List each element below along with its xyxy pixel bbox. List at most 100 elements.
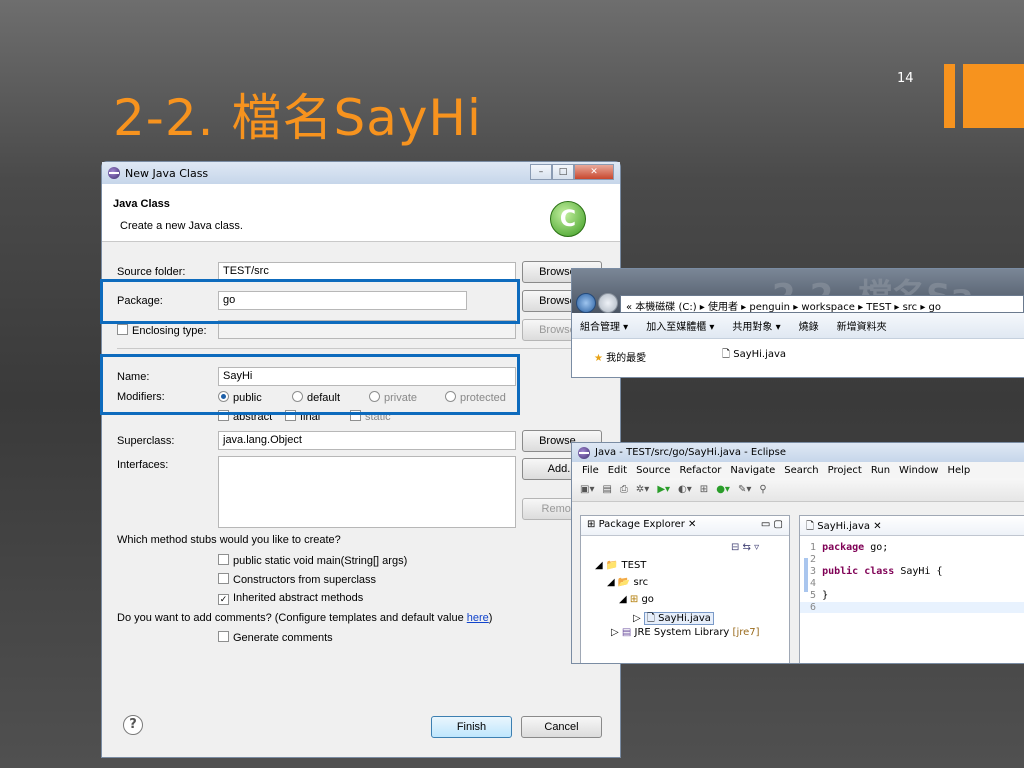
code-line-1: 1 package go; [810,542,889,553]
new-icon[interactable]: ▣▾ [580,484,594,495]
menu-run[interactable]: Run [871,465,890,476]
java-file-icon: 🗋 [722,349,731,360]
header-subtitle: Create a new Java class. [120,220,243,232]
file-item[interactable]: 🗋 SayHi.java [722,347,786,364]
new-java-class-dialog: New Java Class – □ ✕ Java Class Create a… [100,161,621,758]
eclipse-titlebar: Java - TEST/src/go/SayHi.java - Eclipse [572,443,1024,462]
package-explorer: ⊞ Package Explorer ✕ ▭ ▢ ⊟ ⇆ ▿ ◢ 📁 TEST … [580,515,790,663]
main-checkbox[interactable] [218,554,229,565]
menu-bar: File Edit Source Refactor Navigate Searc… [572,462,1024,478]
search-icon[interactable]: ⚲ [759,484,766,495]
page-number: 14 [897,71,914,86]
finish-button[interactable]: Finish [431,716,512,738]
interfaces-label: Interfaces: [117,459,169,471]
code-line-2: 2 [810,554,817,565]
eclipse-icon [578,446,590,459]
menu-navigate[interactable]: Navigate [730,465,775,476]
address-bar[interactable]: « 本機磁碟 (C:) ▸ 使用者 ▸ penguin ▸ workspace … [620,295,1024,313]
enclosing-type-option[interactable]: Enclosing type: [117,324,207,337]
code-line-4: 4 [810,578,817,589]
toolbar-share[interactable]: 共用對象 ▾ [732,318,780,333]
eclipse-icon [108,167,120,179]
back-icon[interactable] [576,293,596,313]
forward-icon[interactable] [598,293,618,313]
cancel-button[interactable]: Cancel [521,716,602,738]
source-folder-icon: 📂 [617,577,631,588]
editor-tab[interactable]: 🗋 SayHi.java ✕ [800,516,1024,536]
dialog-title: New Java Class [125,166,209,180]
dialog-titlebar: New Java Class – □ ✕ [102,162,620,184]
open-type-icon[interactable]: ✎▾ [738,484,751,495]
save-icon[interactable]: ▤ [602,484,611,495]
debug-icon[interactable]: ✲▾ [636,484,649,495]
menu-edit[interactable]: Edit [608,465,627,476]
dialog-header: Java Class Create a new Java class. C [102,184,620,242]
interfaces-list[interactable] [218,456,516,528]
explorer-titlebar: 2-2. 檔名Sa « 本機磁碟 (C:) ▸ 使用者 ▸ penguin ▸ … [572,269,1024,317]
superclass-field[interactable]: java.lang.Object [218,431,516,450]
source-folder-label: Source folder: [117,266,186,278]
decorative-bar [944,64,955,128]
toolbar-add-library[interactable]: 加入至媒體櫃 ▾ [646,318,714,333]
comments-checkbox[interactable] [218,631,229,642]
file-explorer-window: 2-2. 檔名Sa « 本機磁碟 (C:) ▸ 使用者 ▸ penguin ▸ … [571,268,1024,378]
menu-file[interactable]: File [582,465,599,476]
toolbar-new-folder[interactable]: 新增資料夾 [837,318,887,333]
menu-refactor[interactable]: Refactor [679,465,721,476]
library-icon: ▤ [621,627,632,638]
eclipse-window: Java - TEST/src/go/SayHi.java - Eclipse … [571,442,1024,664]
external-tools-icon[interactable]: ◐▾ [678,484,692,495]
slide-title: 2-2. 檔名SayHi [113,89,482,147]
code-line-5: 5 } [810,590,829,601]
menu-window[interactable]: Window [899,465,938,476]
inherited-checkbox[interactable]: ✓ [218,594,229,605]
favorites-item[interactable]: ★ 我的最愛 [594,349,646,364]
separator [117,348,607,349]
menu-help[interactable]: Help [947,465,970,476]
package-explorer-icon: ⊞ [587,519,596,530]
templates-link[interactable]: here [467,612,489,624]
change-ruler [804,558,808,592]
collapse-all-icon[interactable]: ⊟ ⇆ ▿ [731,542,759,553]
tree-package[interactable]: ◢ ⊞ go [619,594,654,605]
code-line-6: 6 [800,602,1024,613]
menu-project[interactable]: Project [828,465,862,476]
project-icon: 📁 [605,560,619,571]
header-title: Java Class [113,198,170,210]
maximize-button[interactable]: □ [552,164,574,180]
close-button[interactable]: ✕ [574,164,614,180]
tree-jre[interactable]: ▷ ▤ JRE System Library [jre7] [611,627,760,638]
print-icon[interactable]: ⎙ [620,484,628,495]
toolbar-organize[interactable]: 組合管理 ▾ [580,318,628,333]
package-highlight-box [100,279,520,324]
java-class-icon: C [550,201,586,237]
run-icon[interactable]: ▶▾ [657,484,670,495]
menu-source[interactable]: Source [636,465,670,476]
eclipse-title: Java - TEST/src/go/SayHi.java - Eclipse [595,447,787,458]
constructors-checkbox[interactable] [218,573,229,584]
stub-inherited-option[interactable]: ✓ Inherited abstract methods [218,592,363,605]
tree-project[interactable]: ◢ 📁 TEST [595,560,646,571]
new-package-icon[interactable]: ⊞ [700,484,708,495]
stub-main-option[interactable]: public static void main(String[] args) [218,554,407,567]
minimize-button[interactable]: – [530,164,552,180]
generate-comments-option[interactable]: Generate comments [218,631,333,644]
java-file-icon: 🗋 [806,521,815,532]
tree-file[interactable]: ▷ 🗋 SayHi.java [633,611,714,628]
package-icon: ⊞ [629,594,639,605]
help-icon[interactable]: ? [123,715,143,735]
superclass-label: Superclass: [117,435,175,447]
package-explorer-tab[interactable]: ⊞ Package Explorer ✕ ▭ ▢ [581,516,789,536]
stub-constructors-option[interactable]: Constructors from superclass [218,573,376,586]
comments-question: Do you want to add comments? (Configure … [117,612,493,624]
decorative-block [963,64,1024,128]
enclosing-checkbox[interactable] [117,324,128,335]
tree-src[interactable]: ◢ 📂 src [607,577,648,588]
menu-search[interactable]: Search [784,465,818,476]
code-editor[interactable]: 🗋 SayHi.java ✕ 1 package go; 2 3 public … [799,515,1024,663]
stubs-question: Which method stubs would you like to cre… [117,534,341,546]
name-highlight-box [100,354,520,415]
new-class-icon[interactable]: ●▾ [716,484,730,495]
toolbar-burn[interactable]: 燒錄 [799,318,819,333]
java-file-icon: 🗋 [646,613,655,624]
